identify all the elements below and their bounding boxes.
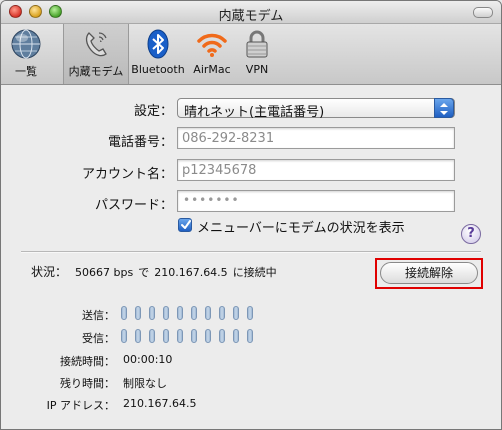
send-meter-bar (219, 306, 225, 320)
account-name-value: p12345678 (182, 163, 257, 178)
tool-bluetooth[interactable]: Bluetooth (129, 24, 187, 84)
receive-meter-bar (149, 329, 155, 343)
config-popup[interactable]: 晴れネット(主電話番号) (177, 98, 455, 120)
popup-arrows-icon (434, 98, 454, 118)
send-meter-bar (121, 306, 127, 320)
receive-meter-bar (205, 329, 211, 343)
tool-airmac[interactable]: AirMac (187, 24, 237, 84)
remaining-time-label: 残り時間： (60, 377, 115, 390)
send-meter-bar (149, 306, 155, 320)
send-meter-bar (177, 306, 183, 320)
send-meter-bar (135, 306, 141, 320)
receive-meter-bar (135, 329, 141, 343)
globe-icon (11, 29, 41, 59)
tool-label-airmac: AirMac (193, 63, 231, 76)
preferences-window: 内蔵モデム 一覧 内蔵モデム Bluetooth AirMac VPN 設定： … (0, 0, 502, 430)
password-field[interactable]: ••••••• (177, 190, 455, 212)
phone-number-value: 086-292-8231 (182, 131, 275, 146)
tool-overview[interactable]: 一覧 (5, 24, 47, 84)
status-connector: で (138, 266, 150, 279)
phone-label: 電話番号： (107, 135, 173, 150)
receive-meter-bar (191, 329, 197, 343)
airmac-wifi-icon (197, 33, 227, 57)
connect-time-label: 接続時間： (60, 355, 115, 368)
receive-meter-bar (233, 329, 239, 343)
receive-label: 受信： (82, 332, 115, 345)
section-divider (21, 251, 481, 253)
account-name-field[interactable]: p12345678 (177, 159, 455, 181)
bluetooth-icon (147, 29, 169, 59)
tool-internal-modem[interactable]: 内蔵モデム (63, 24, 129, 84)
config-popup-value: 晴れネット(主電話番号) (184, 105, 325, 120)
connect-time-value: 00:00:10 (123, 353, 173, 366)
ip-address-label: IP アドレス： (46, 399, 115, 412)
receive-meter-bar (219, 329, 225, 343)
ip-address-value: 210.167.64.5 (123, 397, 197, 410)
status-ip: 210.167.64.5 (154, 266, 228, 279)
status-suffix: に接続中 (232, 266, 277, 279)
account-label: アカウント名： (81, 167, 173, 182)
send-label: 送信： (82, 309, 115, 322)
receive-meter-bar (163, 329, 169, 343)
tool-label-vpn: VPN (245, 63, 269, 76)
password-label: パスワード： (94, 198, 173, 213)
toolbar: 一覧 内蔵モデム Bluetooth AirMac VPN (1, 24, 501, 85)
password-value: ••••••• (183, 193, 240, 207)
receive-meter-bar (177, 329, 183, 343)
modem-settings-pane: 設定： 晴れネット(主電話番号) 電話番号： 086-292-8231 アカウン… (1, 85, 501, 429)
tool-vpn[interactable]: VPN (239, 24, 275, 84)
send-meter-bar (191, 306, 197, 320)
tool-label-bluetooth: Bluetooth (131, 63, 185, 76)
disconnect-button[interactable]: 接続解除 (380, 262, 478, 284)
window-title: 内蔵モデム (218, 9, 284, 24)
receive-meter-bar (121, 329, 127, 343)
tool-label-overview: 一覧 (15, 65, 37, 78)
receive-meter-bar (247, 329, 253, 343)
vpn-lock-icon (246, 30, 268, 58)
remaining-time-value: 制限なし (123, 377, 167, 390)
title-bar: 内蔵モデム (1, 1, 501, 24)
status-label: 状況： (31, 265, 68, 279)
show-modem-status-label[interactable]: メニューバーにモデムの状況を表示 (197, 217, 405, 236)
modem-phone-icon (85, 32, 107, 57)
checkmark-icon (181, 220, 191, 229)
show-modem-status-checkbox[interactable] (178, 218, 192, 232)
status-speed: 50667 bps (75, 266, 134, 279)
help-button[interactable]: ? (461, 224, 481, 244)
send-meter-bar (233, 306, 239, 320)
config-label: 設定： (133, 104, 173, 119)
send-meter-bar (247, 306, 253, 320)
send-meter-bar (163, 306, 169, 320)
tool-label-internal-modem: 内蔵モデム (68, 65, 124, 78)
send-meter-bar (205, 306, 211, 320)
toolbar-toggle-button[interactable] (473, 7, 493, 18)
connection-status: 状況： 50667 bps で 210.167.64.5 に接続中 (31, 263, 282, 280)
phone-number-field[interactable]: 086-292-8231 (177, 127, 455, 149)
